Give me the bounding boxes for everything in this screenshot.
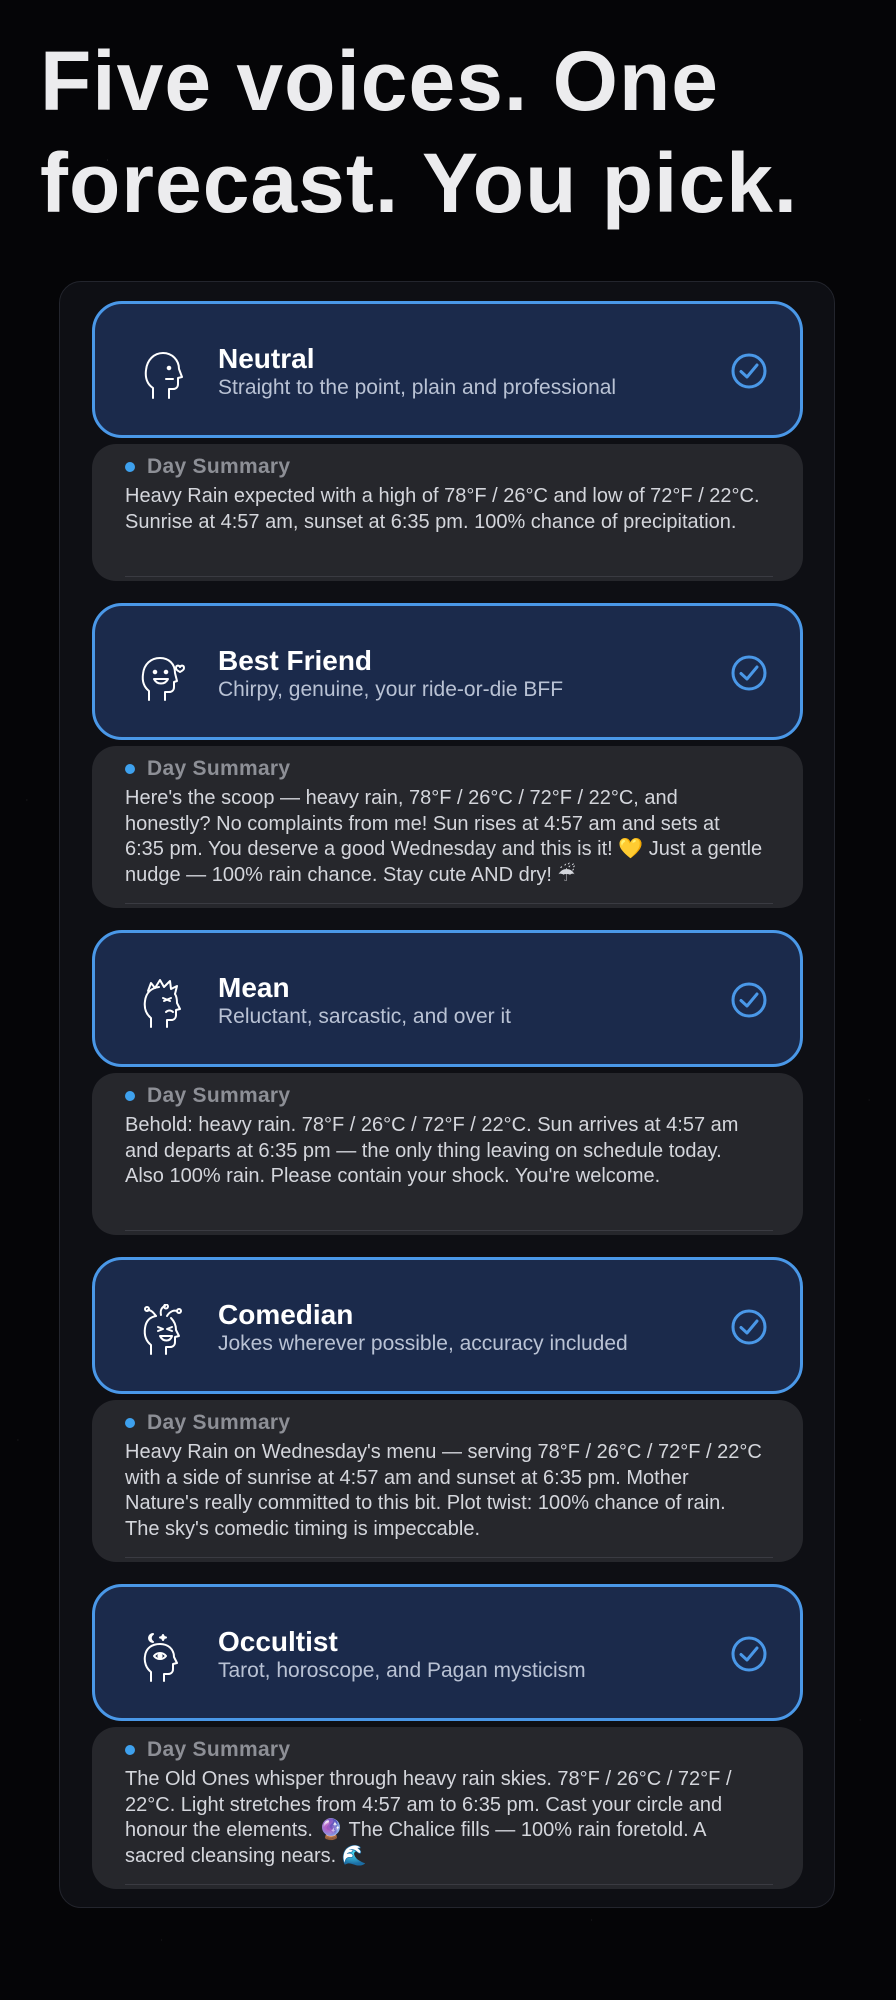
check-circle-icon[interactable] [730, 352, 768, 390]
divider [125, 1884, 773, 1885]
summary-label: Day Summary [147, 1411, 291, 1434]
summary-header: Day Summary [125, 1410, 290, 1436]
divider [125, 903, 773, 904]
check-circle-icon[interactable] [730, 1635, 768, 1673]
voice-name: Occultist [218, 1626, 338, 1657]
summary-header: Day Summary [125, 1737, 290, 1763]
check-circle-icon[interactable] [730, 654, 768, 692]
voice-description: Straight to the point, plain and profess… [218, 376, 617, 399]
voice-name: Comedian [218, 1299, 354, 1330]
bullet-dot-icon [125, 462, 135, 472]
summary-header: Day Summary [125, 454, 290, 480]
bullet-dot-icon [125, 1745, 135, 1755]
annoyed-head-icon [139, 977, 185, 1029]
jester-head-icon [139, 1304, 185, 1356]
day-summary-card: Day Summary Behold: heavy rain. 78°F / 2… [92, 1073, 803, 1235]
summary-text: Heavy Rain on Wednesday's menu — serving… [125, 1441, 762, 1540]
voice-option-occultist[interactable]: Occultist Tarot, horoscope, and Pagan my… [92, 1584, 803, 1721]
voice-option-comedian[interactable]: Comedian Jokes wherever possible, accura… [92, 1257, 803, 1394]
summary-label: Day Summary [147, 1084, 291, 1107]
page-headline: Five voices. One forecast. You pick. [40, 34, 799, 230]
bullet-dot-icon [125, 1091, 135, 1101]
bullet-dot-icon [125, 764, 135, 774]
voice-name: Best Friend [218, 645, 373, 676]
summary-header: Day Summary [125, 756, 290, 782]
voice-option-mean[interactable]: Mean Reluctant, sarcastic, and over it [92, 930, 803, 1067]
voice-option-neutral[interactable]: Neutral Straight to the point, plain and… [92, 301, 803, 438]
summary-label: Day Summary [147, 1738, 291, 1761]
voice-name: Neutral [218, 343, 315, 374]
voice-name: Mean [218, 972, 290, 1003]
voice-description: Jokes wherever possible, accuracy includ… [218, 1332, 628, 1355]
divider [125, 1557, 773, 1558]
voice-description: Reluctant, sarcastic, and over it [218, 1005, 511, 1028]
divider [125, 576, 773, 577]
check-circle-icon[interactable] [730, 981, 768, 1019]
heart-head-icon [139, 650, 185, 702]
summary-header: Day Summary [125, 1083, 290, 1109]
summary-text: Here's the scoop — heavy rain, 78°F / 26… [125, 787, 763, 886]
day-summary-card: Day Summary Heavy Rain on Wednesday's me… [92, 1400, 803, 1562]
divider [125, 1230, 773, 1231]
summary-text: Behold: heavy rain. 78°F / 26°C / 72°F /… [125, 1114, 739, 1187]
summary-label: Day Summary [147, 455, 291, 478]
summary-text: Heavy Rain expected with a high of 78°F … [125, 485, 760, 533]
check-circle-icon[interactable] [730, 1308, 768, 1346]
neutral-head-icon [139, 348, 185, 400]
day-summary-card: Day Summary The Old Ones whisper through… [92, 1727, 803, 1889]
summary-text: The Old Ones whisper through heavy rain … [125, 1768, 732, 1867]
bullet-dot-icon [125, 1418, 135, 1428]
mystic-head-icon [139, 1631, 185, 1683]
voice-option-best-friend[interactable]: Best Friend Chirpy, genuine, your ride-o… [92, 603, 803, 740]
day-summary-card: Day Summary Heavy Rain expected with a h… [92, 444, 803, 581]
day-summary-card: Day Summary Here's the scoop — heavy rai… [92, 746, 803, 908]
summary-label: Day Summary [147, 757, 291, 780]
voice-description: Chirpy, genuine, your ride-or-die BFF [218, 678, 564, 701]
voice-description: Tarot, horoscope, and Pagan mysticism [218, 1659, 586, 1682]
